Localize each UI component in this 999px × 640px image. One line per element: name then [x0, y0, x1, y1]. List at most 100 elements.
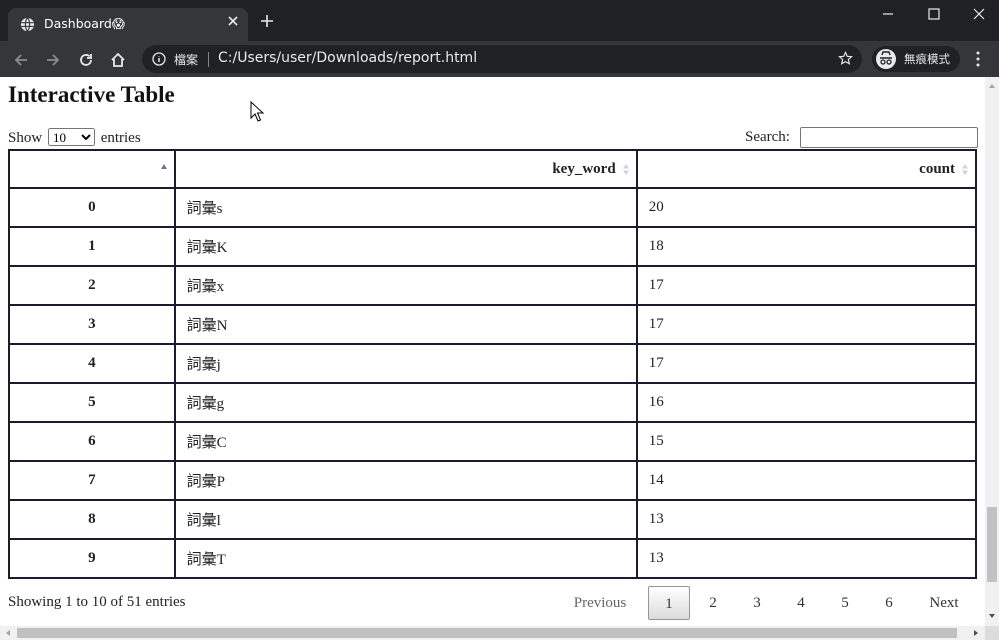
page-button-5[interactable]: 5 [826, 586, 864, 620]
table-row: 7 詞彙P 14 [8, 460, 978, 501]
more-menu-icon[interactable] [976, 51, 980, 67]
index-cell: 7 [8, 460, 176, 501]
tab-dashboard[interactable]: Dashboard😱 [8, 8, 248, 41]
count-cell: 17 [635, 265, 978, 306]
index-cell: 0 [8, 187, 176, 228]
close-window-icon[interactable] [971, 6, 987, 22]
count-cell: 18 [635, 226, 978, 267]
scroll-left-icon[interactable] [3, 628, 13, 638]
scroll-down-icon[interactable] [987, 611, 997, 621]
vertical-scrollbar[interactable] [985, 77, 999, 626]
key-word-cell: 詞彙g [173, 382, 638, 423]
scroll-up-icon[interactable] [987, 81, 997, 91]
table-row: 9 詞彙T 13 [8, 538, 978, 579]
horizontal-scrollbar[interactable] [0, 626, 985, 640]
maximize-icon[interactable] [926, 6, 942, 22]
table-row: 4 詞彙j 17 [8, 343, 978, 384]
incognito-badge[interactable]: 無痕模式 [872, 46, 960, 72]
back-icon[interactable] [12, 51, 30, 69]
show-label: Show [8, 130, 43, 146]
page-button-3[interactable]: 3 [738, 586, 776, 620]
browser-toolbar: 檔案 C:/Users/user/Downloads/report.html 無… [0, 41, 999, 77]
index-cell: 8 [8, 499, 176, 540]
entries-per-page-select[interactable]: 10 [47, 128, 95, 146]
header-label: count [919, 160, 955, 177]
count-cell: 13 [635, 538, 978, 579]
index-cell: 9 [8, 538, 176, 579]
data-table: key_word count 0 詞彙s 20 1 詞彙K 18 2 詞彙x 17 3 詞彙N… [8, 149, 978, 579]
previous-page-button[interactable]: Previous [560, 586, 640, 620]
count-cell: 20 [635, 187, 978, 228]
new-tab-icon[interactable] [260, 14, 274, 28]
column-header-key-word[interactable]: key_word [173, 149, 638, 189]
search-label: Search: [745, 129, 790, 145]
table-info: Showing 1 to 10 of 51 entries [8, 594, 186, 610]
page-button-1[interactable]: 1 [648, 586, 690, 620]
address-scheme: 檔案 [174, 53, 199, 67]
count-cell: 17 [635, 304, 978, 345]
close-tab-icon[interactable] [226, 14, 240, 28]
header-label: key_word [552, 160, 616, 177]
entries-length-control: Show 10 entries [8, 128, 141, 147]
table-row: 8 詞彙l 13 [8, 499, 978, 540]
page-button-6[interactable]: 6 [870, 586, 908, 620]
page-button-2[interactable]: 2 [694, 586, 732, 620]
table-row: 2 詞彙x 17 [8, 265, 978, 306]
address-url[interactable]: C:/Users/user/Downloads/report.html [218, 50, 477, 66]
entries-label: entries [100, 130, 141, 146]
forward-icon[interactable] [44, 51, 62, 69]
incognito-icon [876, 49, 896, 69]
page-button-4[interactable]: 4 [782, 586, 820, 620]
index-cell: 1 [8, 226, 176, 267]
table-row: 3 詞彙N 17 [8, 304, 978, 345]
table-row: 6 詞彙C 15 [8, 421, 978, 462]
key-word-cell: 詞彙N [173, 304, 638, 345]
vertical-scroll-thumb[interactable] [987, 507, 997, 582]
count-cell: 14 [635, 460, 978, 501]
tab-title: Dashboard😱 [44, 16, 125, 31]
search-input[interactable] [800, 127, 978, 148]
table-header-row: key_word count [8, 149, 978, 189]
sort-both-icon [622, 164, 629, 175]
mouse-cursor-icon [250, 101, 264, 122]
reload-icon[interactable] [77, 51, 95, 69]
key-word-cell: 詞彙j [173, 343, 638, 384]
count-cell: 13 [635, 499, 978, 540]
info-icon[interactable] [152, 52, 166, 66]
count-cell: 17 [635, 343, 978, 384]
tab-strip: Dashboard😱 [0, 0, 999, 41]
sort-ascending-icon [160, 164, 167, 169]
address-bar[interactable]: 檔案 C:/Users/user/Downloads/report.html [142, 45, 862, 73]
table-row: 5 詞彙g 16 [8, 382, 978, 423]
horizontal-scroll-thumb[interactable] [17, 628, 957, 638]
key-word-cell: 詞彙K [173, 226, 638, 267]
key-word-cell: 詞彙s [173, 187, 638, 228]
page-content: Interactive Table Show 10 entries Search… [0, 77, 985, 626]
index-cell: 5 [8, 382, 176, 423]
key-word-cell: 詞彙P [173, 460, 638, 501]
index-cell: 4 [8, 343, 176, 384]
globe-icon [20, 17, 35, 32]
key-word-cell: 詞彙T [173, 538, 638, 579]
key-word-cell: 詞彙x [173, 265, 638, 306]
sort-both-icon [962, 164, 968, 175]
count-cell: 16 [635, 382, 978, 423]
scrollbar-corner [985, 626, 999, 640]
scroll-right-icon[interactable] [971, 628, 981, 638]
index-cell: 6 [8, 421, 176, 462]
key-word-cell: 詞彙C [173, 421, 638, 462]
incognito-label: 無痕模式 [904, 52, 950, 66]
column-header-count[interactable]: count [635, 149, 978, 189]
index-cell: 2 [8, 265, 176, 306]
next-page-button[interactable]: Next [916, 586, 972, 620]
index-cell: 3 [8, 304, 176, 345]
key-word-cell: 詞彙l [173, 499, 638, 540]
count-cell: 15 [635, 421, 978, 462]
table-row: 1 詞彙K 18 [8, 226, 978, 267]
minimize-icon[interactable] [880, 6, 896, 22]
bookmark-star-icon[interactable] [838, 51, 853, 66]
page-title: Interactive Table [8, 82, 175, 107]
home-icon[interactable] [109, 51, 127, 69]
column-header-index[interactable] [8, 149, 176, 189]
table-row: 0 詞彙s 20 [8, 187, 978, 228]
